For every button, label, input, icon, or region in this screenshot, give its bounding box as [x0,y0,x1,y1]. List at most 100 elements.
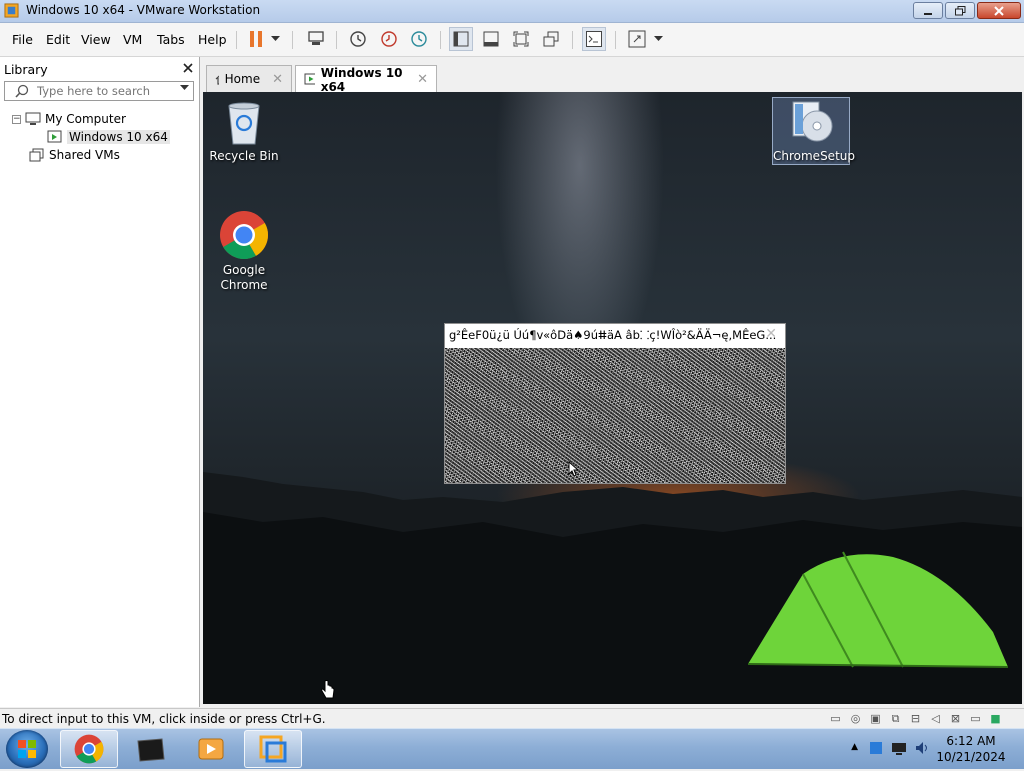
tab-windows-10-x64[interactable]: Windows 10 x64 ✕ [295,65,437,94]
library-close-button[interactable] [183,59,193,77]
sound-card-icon[interactable]: ◁ [927,711,944,726]
send-ctrl-alt-del-button[interactable] [304,27,328,51]
console-view-button[interactable] [582,27,606,51]
unity-icon [543,31,559,47]
power-dropdown[interactable] [268,27,282,51]
tree-item-my-computer[interactable]: − My Computer [12,112,126,126]
tree-item-windows-10-x64[interactable]: Windows 10 x64 [47,130,170,144]
status-bar: To direct input to this VM, click inside… [0,708,1024,729]
close-tab-icon[interactable]: ✕ [417,72,428,87]
show-library-icon [453,31,469,47]
send-ctrl-alt-del-icon [308,31,324,45]
library-title: Library [4,62,48,77]
desktop-icon-google-chrome[interactable]: Google Chrome [204,210,284,293]
computer-icon [25,112,41,125]
menu-view[interactable]: View [81,32,111,47]
floppy-icon[interactable]: ▣ [867,711,884,726]
vmware-tray-icon[interactable] [868,740,884,756]
installer-cd-icon [792,101,833,142]
cd-dvd-icon[interactable]: ◎ [847,711,864,726]
toolbar-separator [336,31,337,49]
tree-item-shared-vms[interactable]: Shared VMs [29,148,120,162]
vm-console-screen[interactable]: Recycle Bin Google Chrome ChromeSetup g²… [203,92,1022,704]
chevron-down-icon [653,36,663,41]
windows-logo-icon [18,740,36,758]
thumbnail-bar-button[interactable] [479,27,503,51]
menu-tabs[interactable]: Tabs [157,32,185,47]
library-panel: Library − My Computer Windows 10 x64 Sha… [0,57,200,707]
volume-icon[interactable] [914,740,930,756]
taskbar-clock[interactable]: 6:12 AM 10/21/2024 [936,733,1006,765]
library-search[interactable] [4,81,194,101]
network-adapter-icon[interactable]: ⧉ [887,711,904,726]
usb-controller-icon[interactable]: ⊟ [907,711,924,726]
desktop-icon-label-line1: Google [222,263,266,277]
stretch-dropdown[interactable] [651,27,665,51]
revert-snapshot-button[interactable] [377,27,401,51]
menu-file[interactable]: File [12,32,33,47]
take-snapshot-button[interactable] [346,27,370,51]
snapshot-icon [350,31,366,47]
hand-cursor-icon [321,680,335,699]
library-search-input[interactable] [37,83,177,99]
tab-home[interactable]: Home ✕ [206,65,292,92]
tab-label: Home [224,72,261,86]
minimize-button[interactable] [913,2,943,19]
clock-time: 6:12 AM [946,734,996,748]
terminal-icon [137,738,165,762]
system-tray: ▲ 6:12 AM 10/21/2024 [824,729,1024,769]
minimize-icon [924,12,932,15]
console-view-icon [586,31,602,47]
toolbar-separator [292,31,293,49]
full-screen-button[interactable] [509,27,533,51]
window-title: Windows 10 x64 - VMware Workstation [26,3,261,17]
close-tab-icon[interactable]: ✕ [272,72,283,87]
menu-toolbar: File Edit View VM Tabs Help [0,23,1024,57]
title-bar: Windows 10 x64 - VMware Workstation [0,0,1024,23]
tree-label: Shared VMs [49,148,120,162]
toolbar-separator [615,31,616,49]
chrome-icon [74,734,104,764]
restore-icon [954,5,965,15]
mouse-pointer-icon [568,461,580,477]
revert-snapshot-icon [381,31,397,47]
thumbnail-bar-icon [483,31,499,47]
menu-vm[interactable]: VM [123,32,142,47]
taskbar-chrome[interactable] [60,730,118,768]
pause-icon [250,31,262,47]
corrupted-popup-window[interactable]: g²ÊeF0ü¿ü Úú¶v«ôDä♠9úⵌäA âb⸬ç!WÎò²&ÄÄ¬ę,… [444,323,786,484]
network-icon[interactable] [891,740,907,756]
desktop-icon-chromesetup[interactable]: ChromeSetup [772,97,855,165]
snapshot-manager-button[interactable] [407,27,431,51]
pause-button[interactable] [244,27,268,51]
unity-button[interactable] [539,27,563,51]
home-icon [215,75,219,85]
message-log-icon[interactable]: ■ [987,711,1004,726]
close-button[interactable] [977,2,1021,19]
toolbar-separator [236,31,237,49]
taskbar-vmware[interactable] [244,730,302,768]
vm-running-icon [304,73,315,85]
show-hidden-icons-button[interactable]: ▲ [851,742,858,752]
search-icon [15,84,29,98]
desktop-icon-label: ChromeSetup [773,149,855,163]
restore-button[interactable] [945,2,975,19]
toolbar-separator [572,31,573,49]
hard-disk-icon[interactable]: ▭ [827,711,844,726]
printer-icon[interactable]: ⊠ [947,711,964,726]
desktop-icon-label-line2: Chrome [220,278,268,292]
menu-edit[interactable]: Edit [46,32,70,47]
toolbar-separator [440,31,441,49]
show-library-button[interactable] [449,27,473,51]
window-controls [913,2,1021,19]
taskbar-media-player[interactable] [182,730,240,768]
stretch-guest-button[interactable] [625,27,649,51]
chevron-down-icon[interactable] [180,85,189,91]
collapse-expander[interactable]: − [12,114,21,124]
popup-close-button[interactable]: ✕ [765,326,777,342]
menu-help[interactable]: Help [198,32,227,47]
desktop-icon-recycle-bin[interactable]: Recycle Bin [204,98,284,164]
display-icon[interactable]: ▭ [967,711,984,726]
start-button[interactable] [6,730,48,768]
taskbar-terminal[interactable] [121,730,179,768]
